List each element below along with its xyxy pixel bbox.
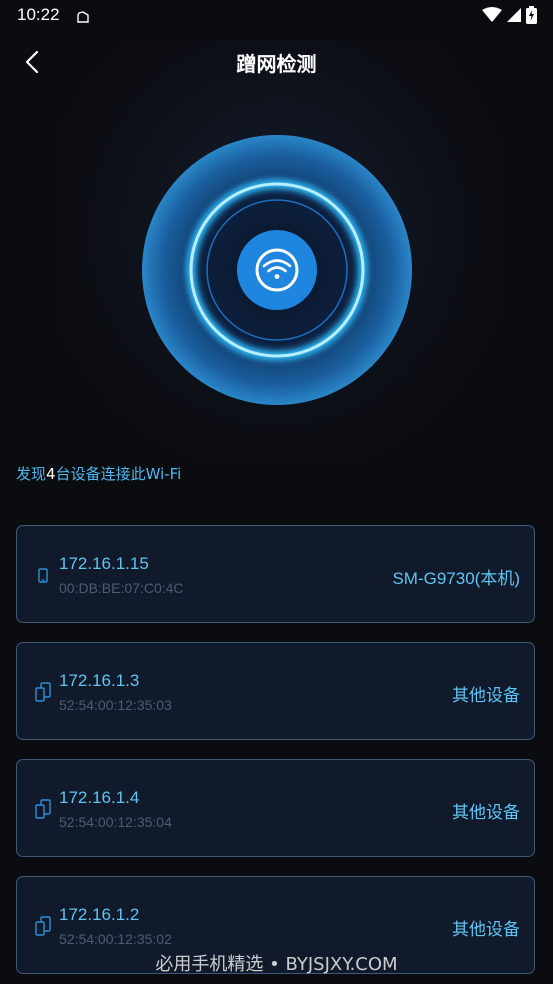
device-ip: 172.16.1.15 (59, 554, 149, 573)
device-count-summary: 发现4台设备连接此Wi-Fi (16, 463, 181, 484)
device-name: 其他设备 (452, 920, 520, 939)
device-ip: 172.16.1.2 (59, 905, 140, 924)
page-title: 蹭网检测 (236, 52, 317, 76)
device-ip: 172.16.1.4 (59, 788, 140, 807)
summary-suffix: 台设备连接此Wi-Fi (55, 465, 182, 483)
devices-icon (35, 798, 51, 820)
device-mac: 52:54:00:12:35:04 (59, 814, 172, 830)
wifi-signal-icon (482, 7, 502, 22)
wifi-radar-graphic (142, 135, 412, 405)
device-count: 4 (46, 465, 56, 483)
devices-icon (35, 681, 51, 703)
battery-icon (526, 6, 537, 24)
device-ip: 172.16.1.3 (59, 671, 140, 690)
notification-icon (76, 9, 90, 28)
device-card[interactable]: 172.16.1.3 52:54:00:12:35:03 其他设备 (16, 642, 535, 740)
cell-signal-icon (507, 8, 521, 22)
status-time: 10:22 (17, 5, 60, 24)
status-bar: 10:22 (0, 0, 553, 30)
device-name: SM-G9730(本机) (392, 569, 520, 588)
device-mac: 52:54:00:12:35:02 (59, 931, 172, 947)
device-name: 其他设备 (452, 803, 520, 822)
device-card[interactable]: 172.16.1.4 52:54:00:12:35:04 其他设备 (16, 759, 535, 857)
status-icons (482, 6, 537, 24)
device-card[interactable]: 172.16.1.15 00:DB:BE:07:C0:4C SM-G9730(本… (16, 525, 535, 623)
phone-icon (35, 564, 51, 586)
summary-prefix: 发现 (16, 465, 47, 483)
watermark: 必用手机精选 • BYJSJXY.COM (155, 954, 398, 975)
device-name: 其他设备 (452, 686, 520, 705)
device-mac: 52:54:00:12:35:03 (59, 697, 172, 713)
devices-icon (35, 915, 51, 937)
device-mac: 00:DB:BE:07:C0:4C (59, 580, 184, 596)
